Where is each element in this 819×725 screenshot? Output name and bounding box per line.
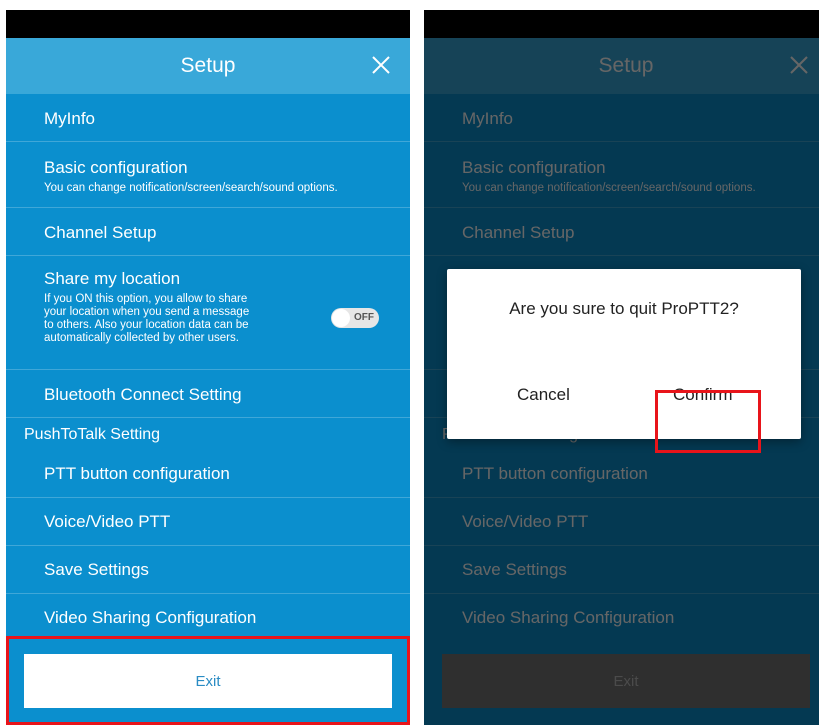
menu-item-ptt-button[interactable]: PTT button configuration [6,450,410,498]
confirm-button[interactable]: Confirm [673,385,733,405]
share-location-toggle[interactable]: OFF [331,308,379,328]
location-description-line: automatically collected by other users. [44,332,239,344]
footer: Exit [6,636,410,725]
toggle-label: OFF [354,312,374,323]
menu-item-myinfo[interactable]: MyInfo [6,94,410,142]
setup-screen-left: Setup MyInfo Basic configuration You can… [6,10,410,725]
cancel-button[interactable]: Cancel [517,385,570,405]
menu-item-label: Basic configuration [44,158,188,177]
menu-item-description: You can change notification/screen/searc… [44,182,338,194]
setup-header: Setup [6,38,410,94]
status-bar [6,10,410,38]
menu-item-label: Bluetooth Connect Setting [44,385,242,404]
location-description-line: your location when you send a message [44,306,250,318]
menu-item-label: Channel Setup [44,223,157,242]
menu-item-label: PTT button configuration [44,464,230,483]
menu-item-channel-setup[interactable]: Channel Setup [6,208,410,256]
menu-item-label: Video Sharing Configuration [44,608,257,627]
quit-confirm-dialog: Are you sure to quit ProPTT2? Cancel Con… [447,269,801,439]
exit-button[interactable]: Exit [24,654,392,708]
menu-item-basic-configuration[interactable]: Basic configuration You can change notif… [6,142,410,208]
location-description-line: If you ON this option, you allow to shar… [44,293,248,305]
menu-item-bluetooth[interactable]: Bluetooth Connect Setting [6,370,410,418]
menu-item-label: Share my location [44,269,181,288]
menu-item-label: MyInfo [44,109,96,128]
location-description-line: to others. Also your location data can b… [44,319,249,331]
menu-item-label: Save Settings [44,560,149,579]
setup-content: Setup MyInfo Basic configuration You can… [6,38,410,725]
section-header-ptt: PushToTalk Setting [24,426,161,443]
menu-item-save-settings[interactable]: Save Settings [6,546,410,594]
menu-item-video-sharing[interactable]: Video Sharing Configuration [6,594,410,642]
page-title: Setup [180,54,236,77]
menu-item-share-location[interactable]: Share my location If you ON this option,… [6,256,410,370]
setup-screen-right: Setup MyInfo Basic configuration You can… [424,10,819,725]
close-icon[interactable] [370,54,392,76]
dialog-message: Are you sure to quit ProPTT2? [509,299,739,318]
toggle-knob [332,309,350,327]
menu-item-voice-video-ptt[interactable]: Voice/Video PTT [6,498,410,546]
menu-item-label: Voice/Video PTT [44,512,171,531]
